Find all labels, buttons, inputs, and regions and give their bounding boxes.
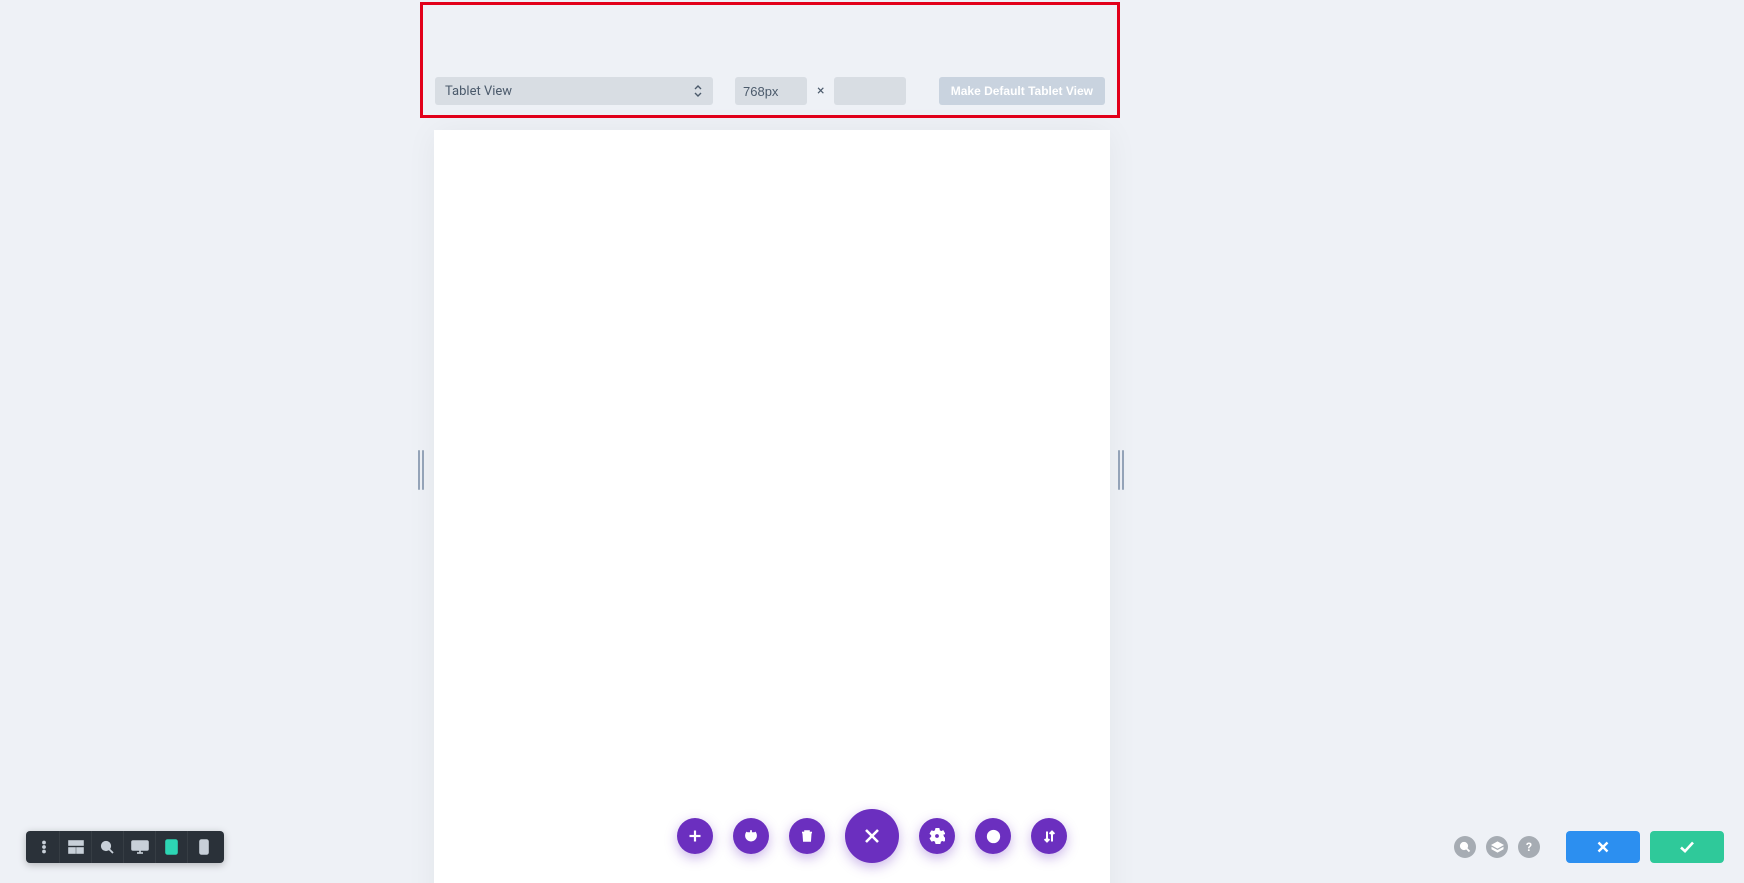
tablet-icon[interactable]: [156, 831, 188, 863]
close-toolbar-button[interactable]: [845, 809, 899, 863]
width-input[interactable]: [735, 77, 807, 105]
desktop-icon[interactable]: [124, 831, 156, 863]
question-mark-icon: ?: [1526, 840, 1532, 854]
make-default-button[interactable]: Make Default Tablet View: [939, 77, 1105, 105]
view-select[interactable]: Tablet View: [435, 77, 713, 105]
help-mini-button[interactable]: ?: [1518, 836, 1540, 858]
zoom-icon[interactable]: [92, 831, 124, 863]
sort-button[interactable]: [1031, 818, 1067, 854]
layers-mini-button[interactable]: [1486, 836, 1508, 858]
responsive-bar: Tablet View × Make Default Tablet View: [435, 77, 1105, 105]
right-actions: ?: [1454, 831, 1724, 863]
trash-button[interactable]: [789, 818, 825, 854]
resize-handle-left[interactable]: [418, 450, 426, 490]
builder-toolbar: [677, 809, 1067, 863]
save-button[interactable]: [1650, 831, 1724, 863]
history-button[interactable]: [975, 818, 1011, 854]
power-button[interactable]: [733, 818, 769, 854]
responsive-bar-annotation: Tablet View × Make Default Tablet View: [420, 2, 1120, 118]
dimensions-separator: ×: [817, 83, 824, 99]
view-toolbar: [26, 831, 224, 863]
settings-button[interactable]: [919, 818, 955, 854]
phone-icon[interactable]: [188, 831, 220, 863]
wireframe-icon[interactable]: [60, 831, 92, 863]
add-button[interactable]: [677, 818, 713, 854]
select-caret-icon: [693, 84, 703, 98]
dimensions-group: ×: [735, 77, 906, 105]
discard-button[interactable]: [1566, 831, 1640, 863]
resize-handle-right[interactable]: [1118, 450, 1126, 490]
search-mini-button[interactable]: [1454, 836, 1476, 858]
height-input[interactable]: [834, 77, 906, 105]
more-vertical-icon[interactable]: [28, 831, 60, 863]
view-select-value: Tablet View: [445, 84, 512, 99]
builder-canvas[interactable]: [434, 130, 1110, 883]
